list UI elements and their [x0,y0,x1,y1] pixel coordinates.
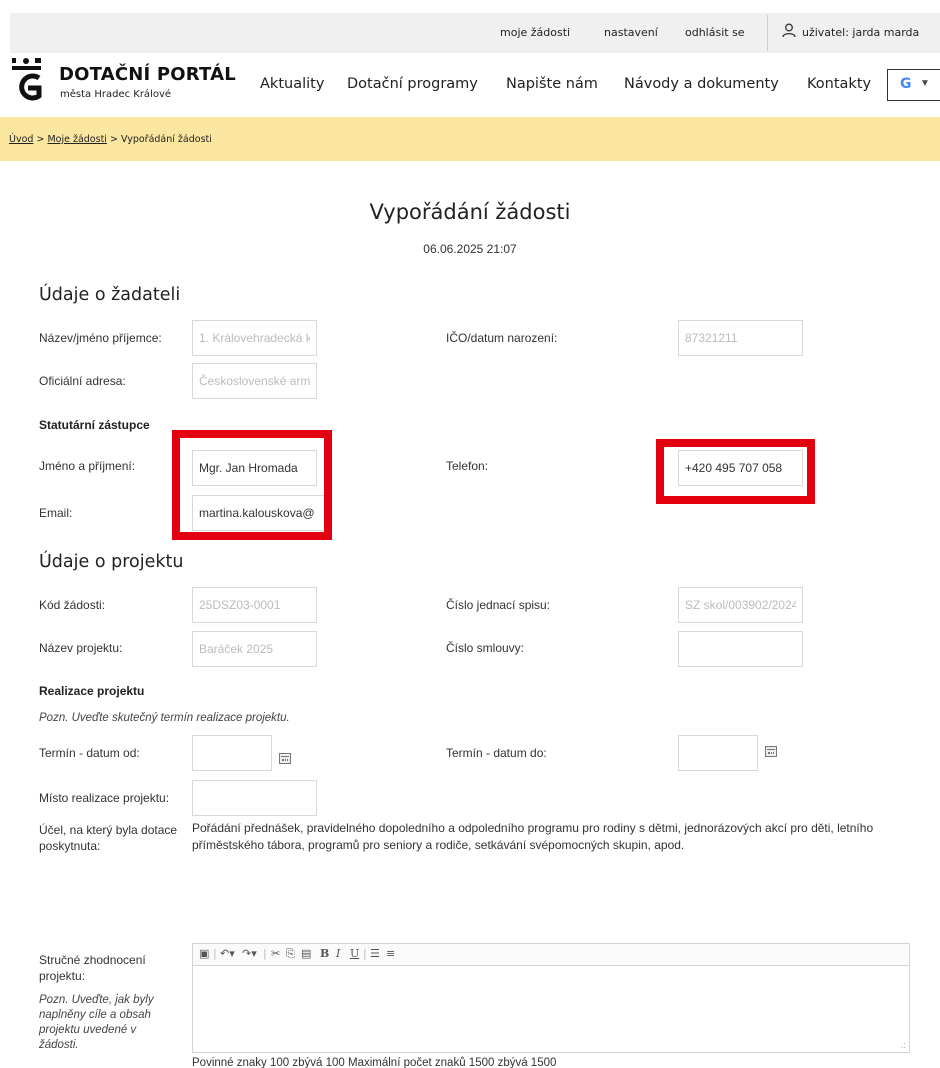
purpose-label: Účel, na který byla dotace poskytnuta: [39,823,178,853]
breadcrumb-home[interactable]: Úvod [9,134,33,145]
logo-icon[interactable] [12,58,42,106]
email-label: Email: [39,506,73,520]
resize-handle-icon[interactable]: .: [901,1040,906,1050]
divider [767,15,768,51]
redo-icon[interactable]: ↷▾ [242,947,257,960]
file-number-label: Číslo jednací spisu: [446,598,551,612]
underline-icon[interactable]: U [350,947,359,960]
translate-icon: G [900,76,912,92]
nav-item-contacts[interactable]: Kontakty [807,76,871,92]
ico-label: IČO/datum narození: [446,331,558,345]
divider: | [213,947,217,960]
representative-name-label: Jméno a příjmení: [39,459,136,473]
contract-number-field[interactable] [678,631,803,667]
address-field[interactable] [192,363,317,399]
realization-title: Realizace projektu [39,684,145,698]
nav-item-news[interactable]: Aktuality [260,76,324,92]
date-to-field[interactable] [678,735,758,771]
logo-subtitle: města Hradec Králové [60,89,172,100]
chevron-down-icon: ▼ [920,78,930,89]
logo-title[interactable]: DOTAČNÍ PORTÁL [59,64,236,85]
editor-toolbar: ▣ | ↶▾ ↷▾ | ✂ ⎘ ▤ B I U | ☰ ≡ [193,944,909,966]
numbered-list-icon[interactable]: ≡ [386,947,395,960]
paste-icon[interactable]: ▤ [301,947,311,960]
address-label: Oficiální adresa: [39,374,126,388]
project-name-field[interactable] [192,631,317,667]
project-section-title: Údaje o projektu [39,552,184,572]
date-from-field[interactable] [192,735,272,771]
source-icon[interactable]: ▣ [199,947,209,960]
date-to-label: Termín - datum do: [446,746,547,760]
recipient-name-field[interactable] [192,320,317,356]
request-code-label: Kód žádosti: [39,598,106,612]
translate-button[interactable]: G ▼ [887,69,940,101]
calendar-icon[interactable] [765,746,777,757]
calendar-icon[interactable] [279,753,291,764]
purpose-text: Pořádání přednášek, pravidelného dopoled… [192,821,874,852]
copy-icon[interactable]: ⎘ [286,947,295,961]
bullet-list-icon[interactable]: ☰ [370,947,380,960]
italic-icon[interactable]: I [336,947,340,960]
settings-link[interactable]: nastavení [604,26,658,39]
breadcrumb-my-requests[interactable]: Moje žádosti [47,134,106,145]
file-number-field[interactable] [678,587,803,623]
page-date: 06.06.2025 21:07 [423,242,517,256]
user-icon [782,23,796,41]
undo-icon[interactable]: ↶▾ [220,947,235,960]
logout-link[interactable]: odhlásit se [685,26,745,39]
divider: | [363,947,367,960]
character-counter: Povinné znaky 100 zbývá 100 Maximální po… [192,1057,557,1068]
phone-label: Telefon: [446,459,489,473]
phone-field[interactable] [678,450,803,486]
applicant-section-title: Údaje o žadateli [39,285,181,305]
nav-item-programs[interactable]: Dotační programy [347,76,478,92]
evaluation-label: Stručné zhodnocení projektu: [39,953,146,983]
my-requests-link[interactable]: moje žádosti [500,26,570,39]
recipient-name-label: Název/jméno příjemce: [39,331,162,345]
representative-name-field[interactable] [192,450,317,486]
page-title: Vypořádání žádosti [369,200,571,224]
nav-item-guides[interactable]: Návody a dokumenty [624,76,779,92]
ico-field[interactable] [678,320,803,356]
project-name-label: Název projektu: [39,641,123,655]
statutory-representative-title: Statutární zástupce [39,418,150,432]
date-from-label: Termín - datum od: [39,746,140,760]
bold-icon[interactable]: B [320,947,329,960]
email-field[interactable] [192,495,325,531]
evaluation-textarea[interactable] [193,966,909,1052]
breadcrumb: Úvod > Moje žádosti > Vypořádání žádosti [0,117,940,161]
breadcrumb-separator: > [36,134,45,145]
request-code-field[interactable] [192,587,317,623]
cut-icon[interactable]: ✂ [271,947,280,960]
contract-number-label: Číslo smlouvy: [446,641,525,655]
evaluation-editor: ▣ | ↶▾ ↷▾ | ✂ ⎘ ▤ B I U | ☰ ≡ .: [192,943,910,1053]
breadcrumb-separator: > [109,134,118,145]
realization-note: Pozn. Uveďte skutečný termín realizace p… [39,712,290,724]
nav-item-contact-us[interactable]: Napište nám [506,76,598,92]
breadcrumb-current: Vypořádání žádosti [120,134,212,145]
divider: | [263,947,267,960]
evaluation-note: Pozn. Uveďte, jak byly naplněny cíle a o… [39,994,154,1051]
place-field[interactable] [192,780,317,816]
place-label: Místo realizace projektu: [39,791,170,805]
utility-bar: moje žádosti nastavení odhlásit se uživa… [10,13,940,53]
user-account-link[interactable]: uživatel: jarda marda [802,26,919,39]
